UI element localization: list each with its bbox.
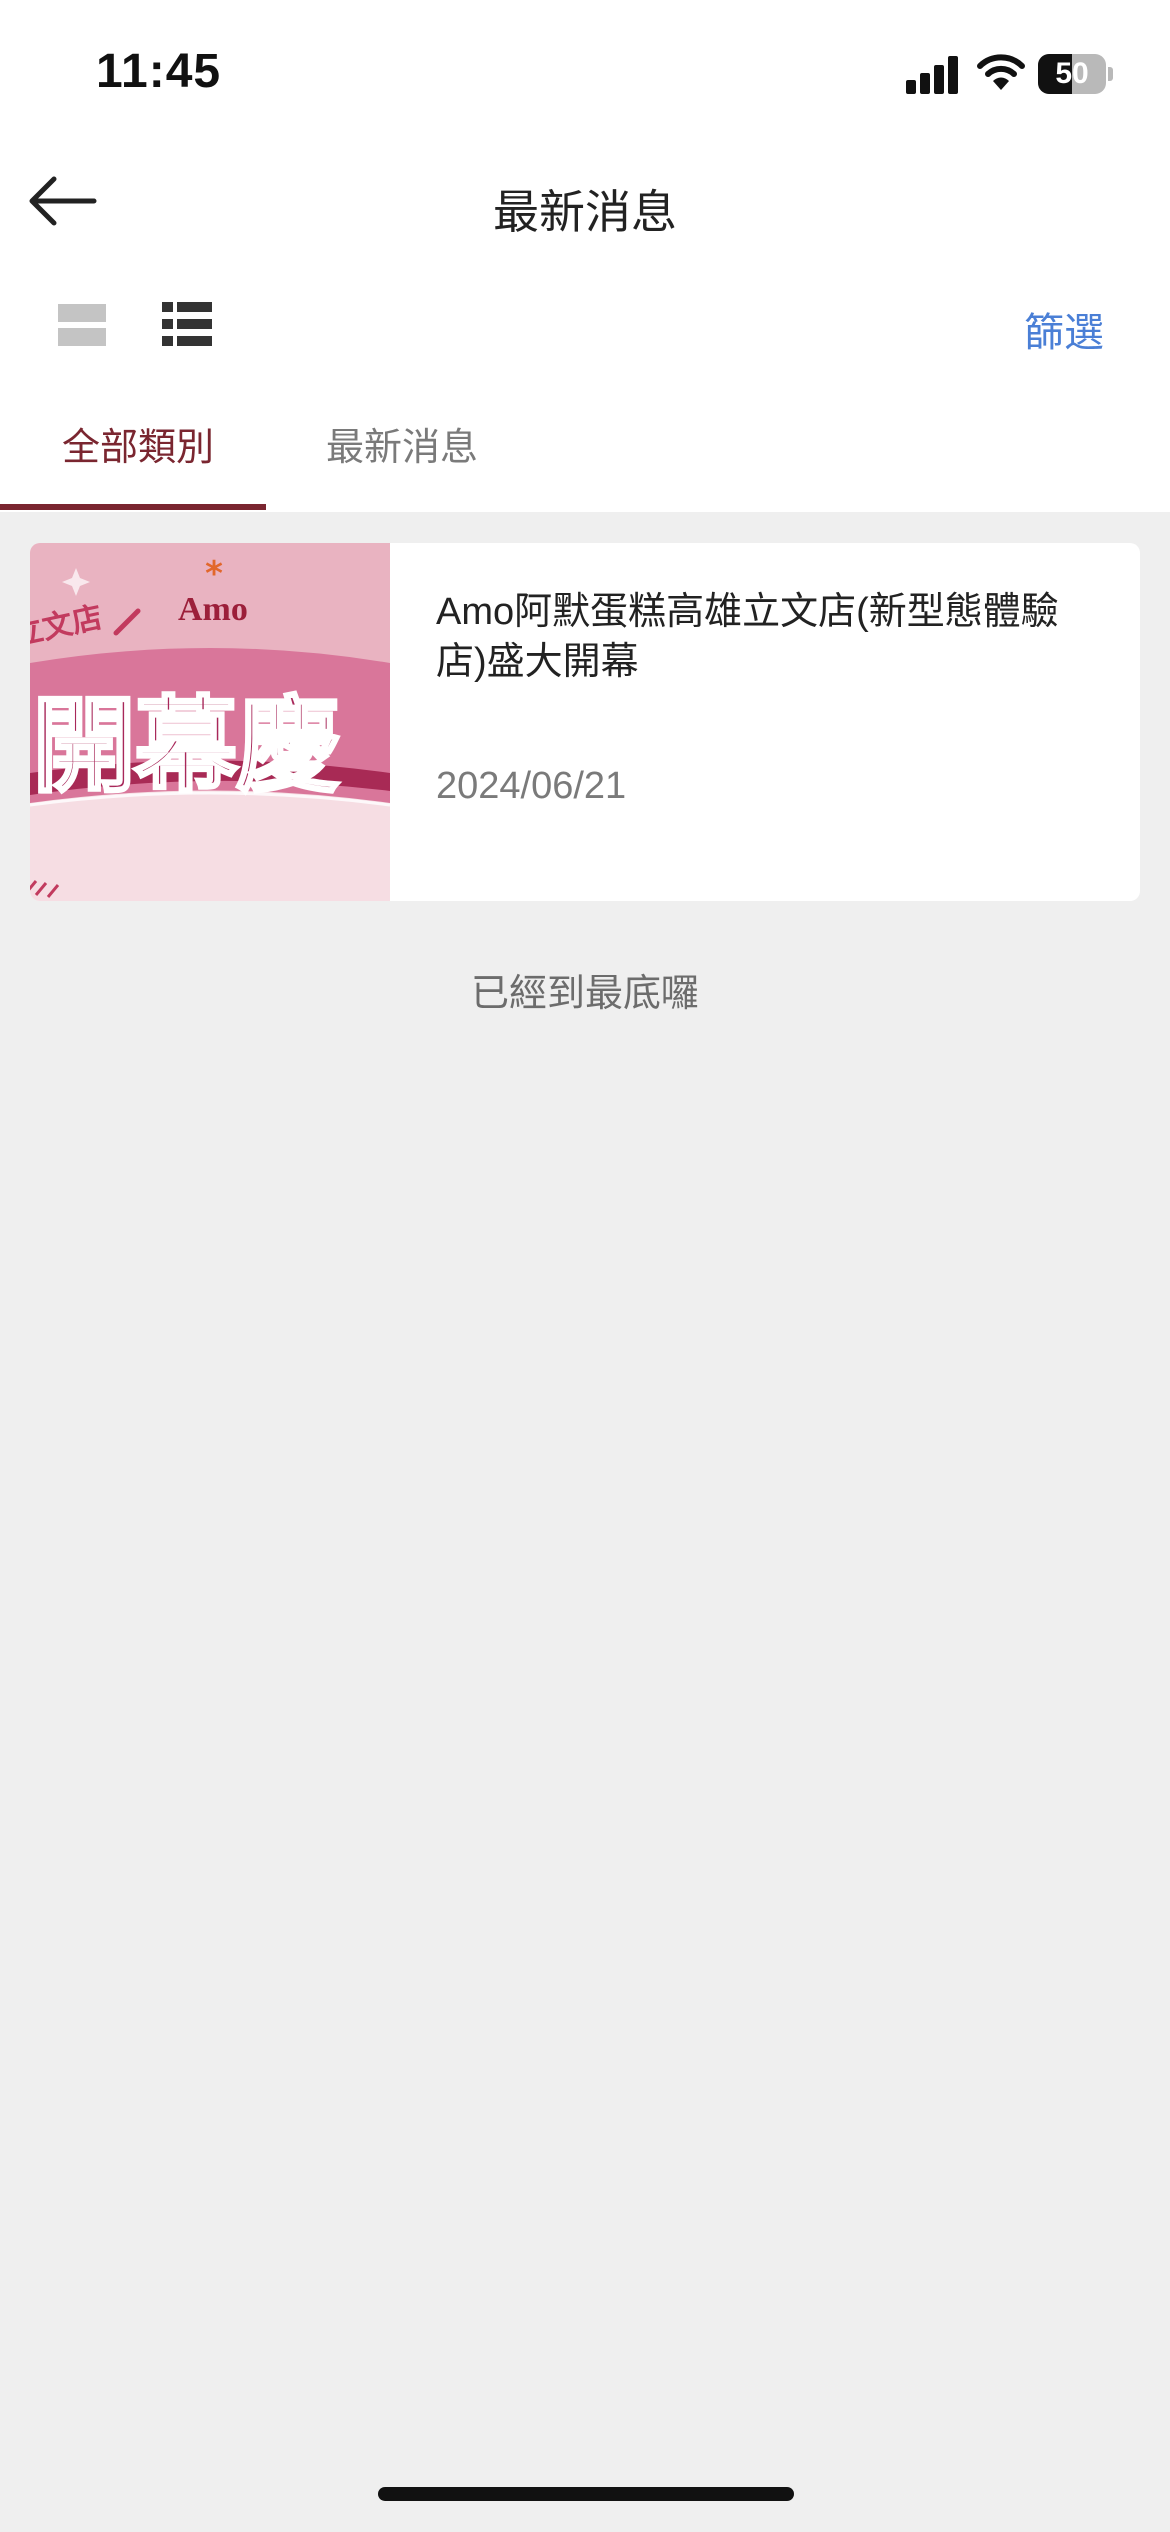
news-date: 2024/06/21: [436, 765, 627, 807]
home-indicator[interactable]: [378, 2487, 794, 2501]
svg-text:*: *: [205, 554, 223, 594]
news-card[interactable]: * 立文店 Amo 開幕慶 Amo阿默蛋糕高雄立文店(新型態體驗店)盛大開幕 2…: [30, 543, 1140, 901]
battery-percentage: 50: [1055, 57, 1089, 90]
news-title: Amo阿默蛋糕高雄立文店(新型態體驗店)盛大開幕: [436, 591, 1059, 683]
filter-button[interactable]: 篩選: [1024, 300, 1104, 358]
status-time: 11:45: [96, 45, 222, 98]
card-view-toggle[interactable]: [58, 304, 106, 346]
tab-latest-news[interactable]: 最新消息: [326, 416, 478, 471]
page-title: 最新消息: [493, 186, 677, 238]
battery-icon: 50: [1038, 54, 1113, 94]
thumb-logo: Amo: [178, 591, 248, 628]
wifi-icon: [976, 52, 1026, 92]
end-of-list-message: 已經到最底囉: [470, 973, 699, 1015]
cellular-signal-icon: [906, 56, 960, 94]
thumb-banner-text: 開幕慶: [30, 688, 341, 807]
news-thumbnail: * 立文店 Amo 開幕慶: [30, 543, 390, 901]
list-view-toggle[interactable]: [162, 302, 212, 346]
active-tab-indicator: [0, 504, 266, 510]
tab-all-categories[interactable]: 全部類別: [62, 416, 214, 471]
